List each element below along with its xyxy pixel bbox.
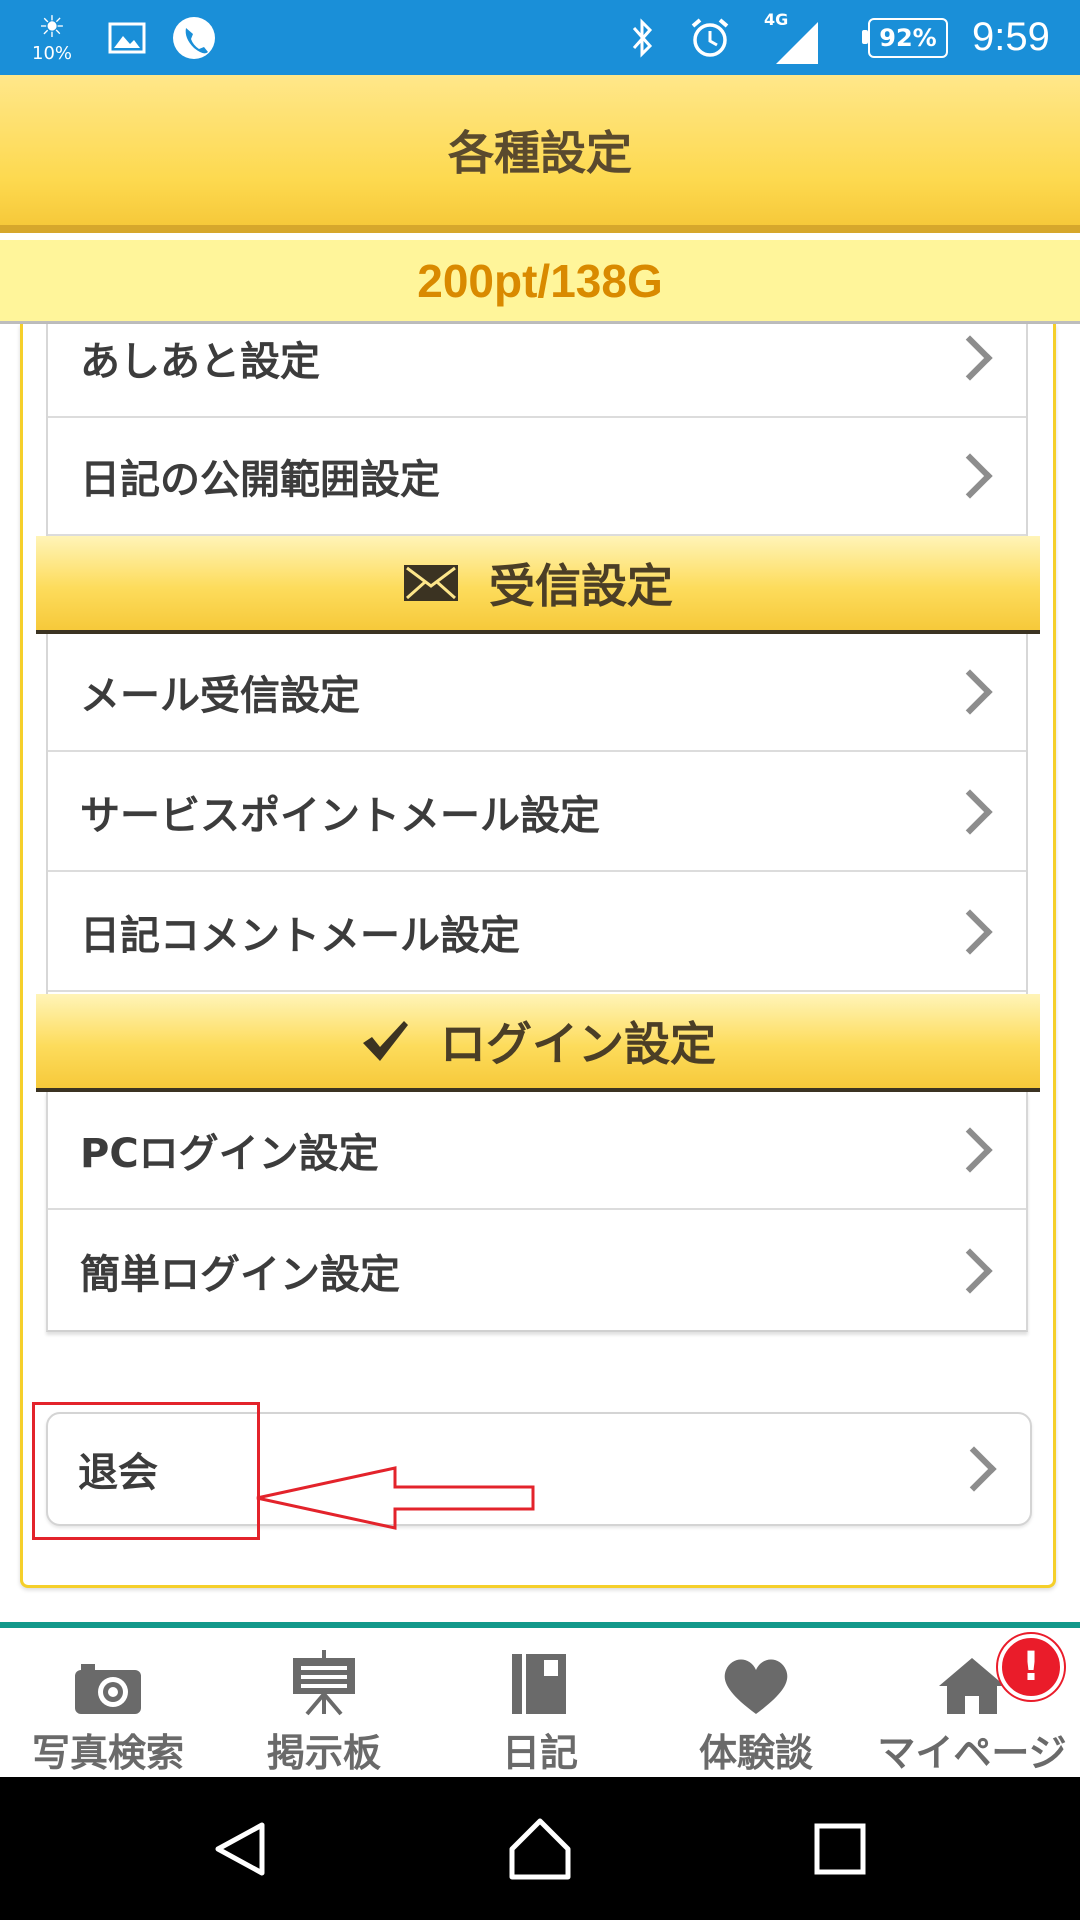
settings-item-label: あしあと設定 — [80, 339, 320, 385]
settings-item-mail-receive[interactable]: メール受信設定 — [48, 634, 1026, 752]
envelope-icon — [403, 564, 459, 602]
settings-list-receive: メール受信設定 サービスポイントメール設定 日記コメントメール設定 — [46, 634, 1028, 994]
system-nav-bar — [0, 1777, 1080, 1920]
image-icon — [108, 0, 146, 75]
nav-label: 掲示板 — [266, 1731, 381, 1775]
sun-icon: ☀ — [38, 9, 66, 45]
nav-diary[interactable]: 日記 — [432, 1628, 648, 1777]
nav-photo-search[interactable]: 写真検索 — [0, 1628, 216, 1777]
bluetooth-icon — [630, 0, 656, 75]
settings-item-diary-comment-mail[interactable]: 日記コメントメール設定 — [48, 874, 1026, 992]
annotation-arrow-icon — [256, 1466, 535, 1530]
section-title: 受信設定 — [489, 559, 673, 613]
chevron-right-icon — [947, 909, 993, 955]
back-button[interactable] — [180, 1777, 300, 1920]
settings-item-diary-visibility[interactable]: 日記の公開範囲設定 — [48, 418, 1026, 536]
recents-button[interactable] — [780, 1777, 900, 1920]
settings-item-service-point-mail[interactable]: サービスポイントメール設定 — [48, 754, 1026, 872]
settings-item-easy-login[interactable]: 簡単ログイン設定 — [48, 1212, 1026, 1330]
brightness-indicator: ☀ 10% — [32, 0, 72, 75]
heart-icon — [722, 1628, 790, 1716]
nav-label: 日記 — [501, 1731, 578, 1775]
settings-item-label: PCログイン設定 — [80, 1131, 379, 1177]
settings-item-label: サービスポイントメール設定 — [80, 793, 600, 839]
nav-board[interactable]: 掲示板 — [216, 1628, 432, 1777]
chevron-right-icon — [947, 335, 993, 381]
settings-item-label: メール受信設定 — [80, 673, 360, 719]
status-bar: ☀ 10% 4G 92% 9:59 — [0, 0, 1080, 75]
section-header-receive: 受信設定 — [36, 536, 1040, 634]
notification-badge: ! — [998, 1634, 1064, 1700]
nav-experience[interactable]: 体験談 — [648, 1628, 864, 1777]
battery-icon: 92% — [862, 0, 948, 75]
section-title: ログイン設定 — [440, 1017, 716, 1071]
checkmark-icon — [360, 1019, 410, 1063]
settings-item-label: 簡単ログイン設定 — [80, 1252, 400, 1298]
back-triangle-icon — [215, 1822, 265, 1875]
board-icon — [291, 1628, 357, 1716]
home-icon — [937, 1628, 1007, 1716]
home-button[interactable] — [480, 1777, 600, 1920]
app-header: 各種設定 — [0, 75, 1080, 233]
home-nav-icon — [509, 1818, 571, 1879]
chevron-right-icon — [951, 1446, 997, 1492]
nav-label: 写真検索 — [31, 1731, 184, 1775]
section-header-login: ログイン設定 — [36, 994, 1040, 1092]
clock: 9:59 — [972, 15, 1050, 59]
camera-icon — [73, 1628, 143, 1716]
battery-percent: 92% — [879, 23, 937, 52]
settings-item-label: 日記の公開範囲設定 — [80, 457, 440, 503]
chevron-right-icon — [947, 789, 993, 835]
call-icon — [172, 0, 216, 75]
settings-list-general: あしあと設定 日記の公開範囲設定 — [46, 324, 1028, 536]
signal-icon: 4G — [762, 0, 822, 75]
chevron-right-icon — [947, 669, 993, 715]
recents-square-icon — [814, 1823, 866, 1874]
diary-icon — [512, 1628, 568, 1716]
bottom-nav: 写真検索 掲示板 日記 体験談 マイページ — [0, 1622, 1080, 1777]
settings-item-footprint[interactable]: あしあと設定 — [48, 300, 1026, 418]
page-title: 各種設定 — [448, 126, 632, 180]
brightness-percent: 10% — [32, 42, 73, 64]
nav-label: マイページ — [877, 1731, 1067, 1775]
chevron-right-icon — [947, 1127, 993, 1173]
nav-label: 体験談 — [698, 1731, 813, 1775]
settings-item-pc-login[interactable]: PCログイン設定 — [48, 1092, 1026, 1210]
alarm-icon — [688, 0, 732, 75]
settings-list-login: PCログイン設定 簡単ログイン設定 — [46, 1092, 1028, 1332]
chevron-right-icon — [947, 1248, 993, 1294]
annotation-highlight-box — [32, 1402, 260, 1540]
chevron-right-icon — [947, 453, 993, 499]
settings-item-label: 日記コメントメール設定 — [80, 913, 520, 959]
